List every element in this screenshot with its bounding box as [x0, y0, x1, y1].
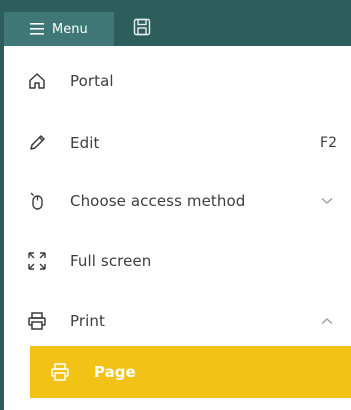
menu-item-label: Choose access method: [70, 192, 246, 210]
submenu-item-page[interactable]: Page: [30, 346, 351, 398]
menu-button[interactable]: Menu: [4, 12, 114, 46]
save-button[interactable]: [133, 18, 151, 36]
chevron-down-icon: [321, 195, 333, 207]
pencil-icon: [27, 133, 47, 153]
chevron-up-icon: [321, 315, 333, 327]
menu-item-label: Print: [70, 312, 106, 330]
menu-button-label: Menu: [52, 21, 88, 37]
submenu-item-label: Page: [94, 363, 136, 381]
mouse-icon: [27, 191, 47, 211]
fullscreen-icon: [27, 251, 47, 271]
floppy-disk-icon: [133, 18, 151, 40]
menu-item-portal[interactable]: Portal: [4, 56, 351, 106]
menu-item-label: Full screen: [70, 252, 152, 270]
menu-item-full-screen[interactable]: Full screen: [4, 236, 351, 286]
printer-icon: [50, 362, 70, 382]
top-toolbar: Menu: [0, 0, 351, 46]
menu-item-label: Edit: [70, 134, 100, 152]
menu-item-edit[interactable]: Edit F2: [4, 118, 351, 168]
menu-item-choose-access-method[interactable]: Choose access method: [4, 176, 351, 226]
home-icon: [27, 71, 47, 91]
menu-item-print[interactable]: Print: [4, 296, 351, 346]
hamburger-icon: [30, 22, 44, 36]
shortcut-label: F2: [320, 135, 337, 151]
menu-item-label: Portal: [70, 72, 114, 90]
menu-panel: Portal Edit F2 Choose access method Full…: [0, 46, 351, 410]
printer-icon: [27, 311, 47, 331]
